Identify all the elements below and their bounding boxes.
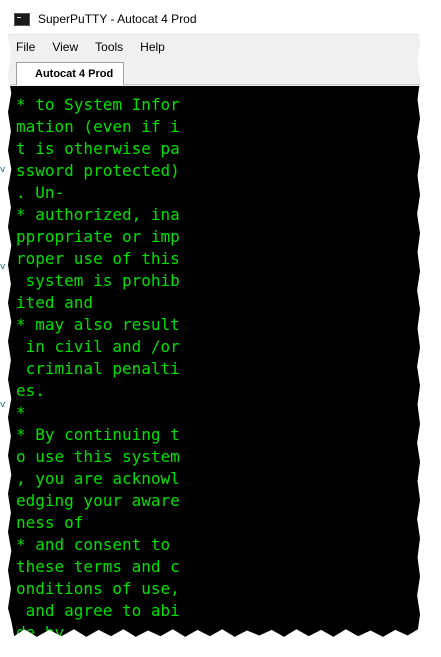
menu-help[interactable]: Help <box>132 40 174 54</box>
title-bar[interactable]: SuperPuTTY - Autocat 4 Prod <box>8 4 420 35</box>
terminal-line: system is prohib <box>16 271 180 290</box>
terminal-output: * to System Infor mation (even if i t is o… <box>16 94 180 640</box>
menu-tools[interactable]: Tools <box>87 40 132 54</box>
terminal-line: * <box>16 403 26 422</box>
background-window-edge: v v v <box>0 0 8 640</box>
terminal-line: , you are acknowl <box>16 469 180 488</box>
terminal-line: roper use of this <box>16 249 180 268</box>
terminal-line: * and consent to <box>16 535 171 554</box>
tab-strip: Autocat 4 Prod <box>8 58 420 85</box>
terminal-line: edging your aware <box>16 491 180 510</box>
terminal-line: and agree to abi <box>16 601 180 620</box>
terminal-line: ssword protected) <box>16 161 180 180</box>
terminal-line: es. <box>16 381 45 400</box>
terminal-line: criminal penalti <box>16 359 180 378</box>
terminal-line: in civil and /or <box>16 337 180 356</box>
terminal-line: ness of <box>16 513 84 532</box>
terminal-line: ited and <box>16 293 94 312</box>
terminal-line: these terms and c <box>16 557 180 576</box>
terminal-line: * By continuing t <box>16 425 180 444</box>
window-title: SuperPuTTY - Autocat 4 Prod <box>38 12 197 26</box>
background-mark: v <box>0 400 6 410</box>
terminal-line: . Un- <box>16 183 65 202</box>
terminal-line: * authorized, ina <box>16 205 180 224</box>
tab-autocat-4-prod[interactable]: Autocat 4 Prod <box>16 62 125 85</box>
menu-bar: File View Tools Help <box>8 35 420 58</box>
background-mark: v <box>0 262 6 272</box>
terminal-line: mation (even if i <box>16 117 180 136</box>
background-mark: v <box>0 165 6 175</box>
terminal-app-icon <box>14 12 30 26</box>
terminal-line: * may also result <box>16 315 180 334</box>
terminal-pane[interactable]: * to System Infor mation (even if i t is o… <box>8 86 420 640</box>
terminal-line: * to System Infor <box>16 95 180 114</box>
terminal-line: t is otherwise pa <box>16 139 180 158</box>
terminal-line: de by <box>16 623 65 640</box>
menu-view[interactable]: View <box>44 40 87 54</box>
superputty-window: SuperPuTTY - Autocat 4 Prod File View To… <box>8 4 420 640</box>
terminal-line: o use this system <box>16 447 180 466</box>
menu-file[interactable]: File <box>8 40 44 54</box>
terminal-line: onditions of use, <box>16 579 180 598</box>
terminal-line: ppropriate or imp <box>16 227 180 246</box>
